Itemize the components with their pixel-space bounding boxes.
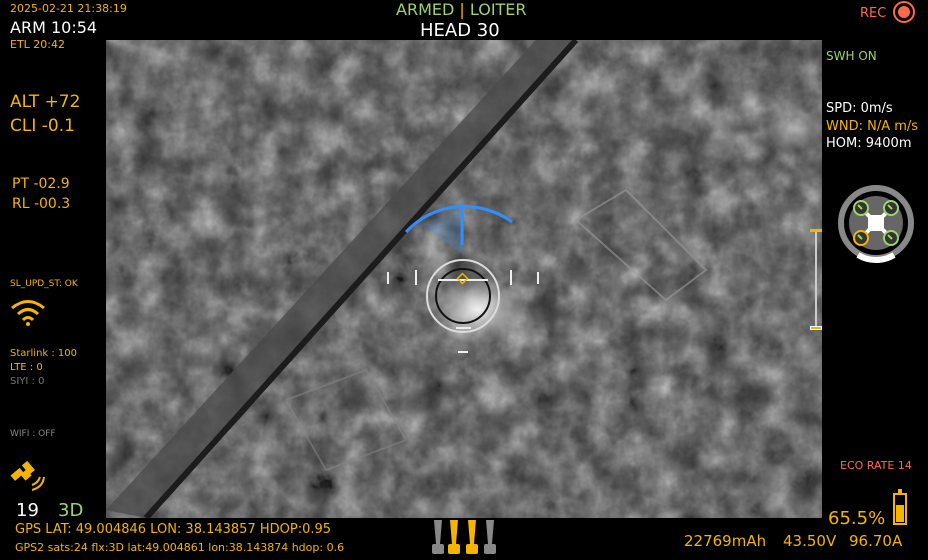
battery-fill [896,505,904,522]
eco-rate: ECO RATE 14 [840,459,912,472]
zoom-scale-indicator[interactable] [810,326,822,330]
camera-feed[interactable] [106,40,822,518]
zoom-scale-top-marker [810,229,822,232]
armed-status: ARMED [396,0,455,19]
climb-readout: CLI -0.1 [10,116,75,136]
datetime: 2025-02-21 21:38:19 [10,2,127,15]
sl-update-status: SL_UPD_ST: OK [10,279,78,289]
gps2-coordinates: GPS2 sats:24 flx:3D lat:49.004861 lon:38… [15,541,345,554]
siyi-status: SIYI : 0 [10,376,45,387]
battery-voltage: 43.50V [783,532,837,550]
status-separator: | [459,0,465,19]
zoom-scale [815,230,817,328]
roll-readout: RL -00.3 [12,196,71,212]
battery-icon [893,489,907,525]
starlink-status: Starlink : 100 [10,348,78,359]
flight-status: ARMED | LOITER [396,0,527,19]
battery-percent: 65.5% [828,508,886,529]
arm-timer: ARM 10:54 [10,18,98,37]
pitch-readout: PT -02.9 [12,176,70,192]
targeting-reticle [387,203,539,353]
wifi-icon [11,300,45,326]
gps-fix-type: 3D [58,500,84,521]
flight-mode: LOITER [469,0,527,19]
record-icon[interactable] [893,1,915,23]
heading-readout: HEAD 30 [420,20,500,41]
battery-current: 96.70A [849,532,903,550]
drone-status-icon[interactable] [836,183,916,263]
swh-status: SWH ON [826,49,877,63]
home-distance: HOM: 9400m [826,136,912,151]
motor-icons [432,520,496,554]
wind-readout: WND: N/A m/s [826,119,919,134]
lte-status: LTE : 0 [10,362,43,373]
etl-timer: ETL 20:42 [10,38,65,51]
rec-label: REC [860,6,887,21]
wifi-status: WIFI : OFF [10,429,56,439]
satellite-count: 19 [16,500,39,521]
gps-coordinates: GPS LAT: 49.004846 LON: 38.143857 HDOP:0… [15,522,332,537]
satellite-icon [10,460,45,491]
speed-readout: SPD: 0m/s [826,101,893,116]
battery-capacity: 22769mAh [684,532,767,550]
altitude-readout: ALT +72 [10,92,81,112]
